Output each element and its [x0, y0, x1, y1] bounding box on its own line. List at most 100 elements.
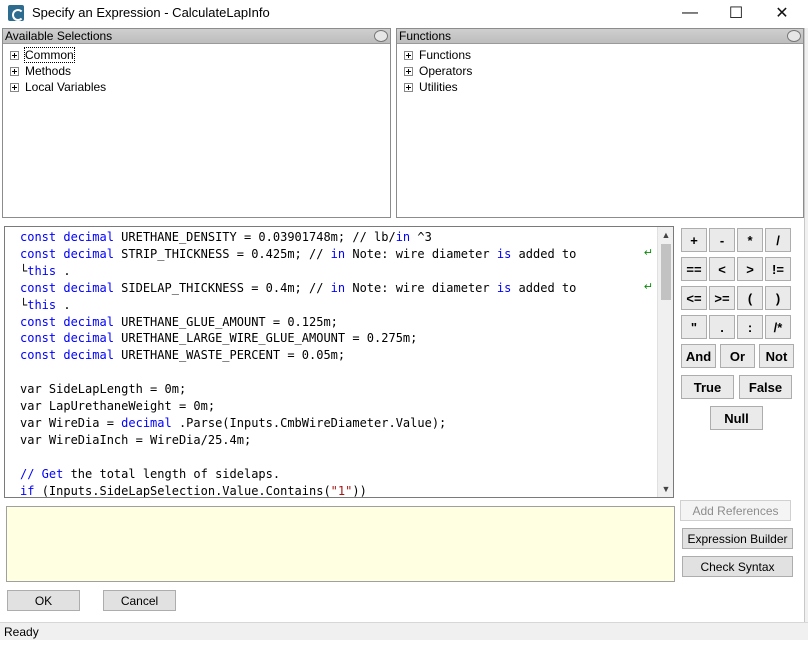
code-line[interactable]: const decimal URETHANE_GLUE_AMOUNT = 0.1…: [20, 314, 660, 331]
key-minus[interactable]: -: [709, 228, 735, 252]
key-multiply[interactable]: *: [737, 228, 763, 252]
code-line[interactable]: [20, 449, 660, 466]
check-syntax-button[interactable]: Check Syntax: [682, 556, 793, 577]
expand-icon[interactable]: [10, 66, 19, 76]
minimize-button[interactable]: —: [667, 0, 713, 26]
code-token: added to: [518, 280, 577, 295]
tree-item-common[interactable]: Common: [10, 47, 75, 63]
close-button[interactable]: ✕: [759, 0, 805, 26]
window-title: Specify an Expression - CalculateLapInfo: [32, 5, 270, 20]
code-token: if: [20, 483, 42, 498]
code-token: this: [27, 263, 64, 278]
key-close-paren[interactable]: ): [765, 286, 791, 310]
key-divide[interactable]: /: [765, 228, 791, 252]
functions-title: Functions: [399, 29, 452, 43]
key-quote[interactable]: ": [681, 315, 707, 339]
background-window-edge: [804, 28, 808, 628]
tree-item-label: Methods: [25, 64, 72, 78]
tree-item-functions[interactable]: Functions: [404, 47, 471, 63]
pin-icon[interactable]: [374, 30, 388, 42]
code-token: added to: [518, 246, 577, 261]
code-token: decimal: [63, 246, 122, 261]
vertical-scrollbar[interactable]: ▲ ▼: [657, 227, 673, 497]
code-line[interactable]: └this .: [20, 263, 660, 280]
code-token: URETHANE_LARGE_WIRE_GLUE_AMOUNT = 0.275m…: [121, 331, 418, 346]
code-line[interactable]: var SideLapLength = 0m;: [20, 381, 660, 398]
code-token: decimal: [63, 348, 122, 363]
key-not[interactable]: Not: [759, 344, 794, 368]
expand-icon[interactable]: [404, 66, 413, 76]
key-false[interactable]: False: [739, 375, 792, 399]
code-token: is: [496, 246, 519, 261]
code-token: decimal: [63, 314, 122, 329]
code-line[interactable]: if (Inputs.SideLapSelection.Value.Contai…: [20, 483, 660, 498]
functions-header: Functions: [397, 29, 803, 44]
message-area: [6, 506, 675, 582]
code-token: const: [20, 331, 64, 346]
code-line[interactable]: // Get the total length of sidelaps.: [20, 466, 660, 483]
status-text: Ready: [4, 625, 39, 639]
key-open-paren[interactable]: (: [737, 286, 763, 310]
available-selections-header: Available Selections: [3, 29, 390, 44]
code-line[interactable]: const decimal URETHANE_WASTE_PERCENT = 0…: [20, 347, 660, 364]
code-token: (Inputs.SideLapSelection.Value.Contains(: [41, 483, 331, 498]
key-less-than[interactable]: <: [709, 257, 735, 281]
code-token: var LapUrethaneWeight = 0m;: [20, 399, 216, 414]
code-token: decimal: [63, 230, 122, 244]
key-dot[interactable]: .: [709, 315, 735, 339]
key-and[interactable]: And: [681, 344, 716, 368]
code-line[interactable]: const decimal URETHANE_DENSITY = 0.03901…: [20, 229, 660, 246]
cancel-button[interactable]: Cancel: [103, 590, 176, 611]
functions-panel: Functions Functions Operators Utilities: [396, 28, 804, 218]
expand-icon[interactable]: [10, 82, 19, 92]
tree-item-local-variables[interactable]: Local Variables: [10, 79, 106, 95]
scroll-thumb[interactable]: [661, 244, 671, 300]
expression-editor[interactable]: const decimal URETHANE_DENSITY = 0.03901…: [4, 226, 674, 498]
tree-item-label: Operators: [419, 64, 473, 78]
code-line[interactable]: [20, 364, 660, 381]
key-not-equals[interactable]: !=: [765, 257, 791, 281]
code-line[interactable]: var WireDiaInch = WireDia/25.4m;: [20, 432, 660, 449]
code-token: in: [330, 280, 353, 295]
scroll-down-icon[interactable]: ▼: [660, 483, 672, 495]
key-greater-than[interactable]: >: [737, 257, 763, 281]
code-token: const: [20, 280, 64, 295]
ok-button[interactable]: OK: [7, 590, 80, 611]
key-greater-equal[interactable]: >=: [709, 286, 735, 310]
code-line[interactable]: var WireDia = decimal .Parse(Inputs.CmbW…: [20, 415, 660, 432]
tree-item-operators[interactable]: Operators: [404, 63, 472, 79]
key-equals[interactable]: ==: [681, 257, 707, 281]
code-line[interactable]: const decimal SIDELAP_THICKNESS = 0.4m; …: [20, 280, 660, 297]
key-comment[interactable]: /*: [765, 315, 791, 339]
expression-builder-button[interactable]: Expression Builder: [682, 528, 793, 549]
key-plus[interactable]: +: [681, 228, 707, 252]
code-token: SIDELAP_THICKNESS = 0.4m; //: [121, 280, 331, 295]
code-token: Note: wire diameter: [352, 280, 497, 295]
code-token: )): [352, 483, 367, 498]
key-less-equal[interactable]: <=: [681, 286, 707, 310]
code-line[interactable]: const decimal URETHANE_LARGE_WIRE_GLUE_A…: [20, 330, 660, 347]
code-token: is: [496, 280, 519, 295]
code-token: decimal: [63, 280, 122, 295]
code-text[interactable]: const decimal URETHANE_DENSITY = 0.03901…: [20, 229, 660, 498]
key-or[interactable]: Or: [720, 344, 755, 368]
key-colon[interactable]: :: [737, 315, 763, 339]
code-line[interactable]: └this .: [20, 297, 660, 314]
tree-item-label: Common: [24, 47, 75, 63]
add-references-button[interactable]: Add References: [680, 500, 791, 521]
tree-item-utilities[interactable]: Utilities: [404, 79, 458, 95]
code-token: decimal: [121, 415, 179, 430]
pin-icon[interactable]: [787, 30, 801, 42]
tree-item-methods[interactable]: Methods: [10, 63, 71, 79]
key-null[interactable]: Null: [710, 406, 763, 430]
maximize-button[interactable]: ☐: [713, 0, 759, 26]
code-line[interactable]: var LapUrethaneWeight = 0m;: [20, 398, 660, 415]
code-token: const: [20, 348, 64, 363]
code-token: const: [20, 230, 64, 244]
expand-icon[interactable]: [10, 50, 19, 60]
scroll-up-icon[interactable]: ▲: [660, 229, 672, 241]
key-true[interactable]: True: [681, 375, 734, 399]
expand-icon[interactable]: [404, 50, 413, 60]
code-line[interactable]: const decimal STRIP_THICKNESS = 0.425m; …: [20, 246, 660, 263]
expand-icon[interactable]: [404, 82, 413, 92]
